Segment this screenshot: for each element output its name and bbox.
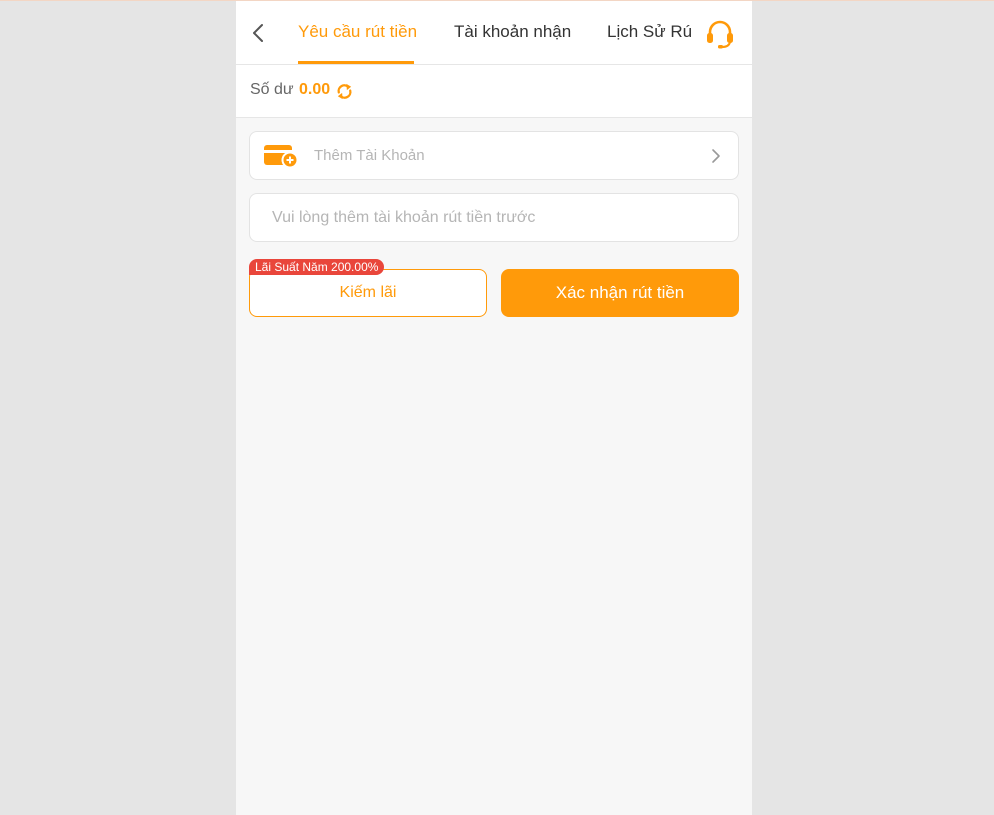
- refresh-icon[interactable]: [335, 82, 354, 101]
- earn-interest-button[interactable]: Kiếm lãi: [249, 269, 487, 317]
- back-icon[interactable]: [248, 21, 268, 45]
- interest-rate-badge: Lãi Suất Năm 200.00%: [249, 259, 385, 275]
- tab-overflow-clip: Lịch Sử Rút Tiền: [607, 1, 692, 64]
- balance-bar: Số dư 0.00: [236, 65, 752, 118]
- wallet-add-icon: [264, 145, 298, 168]
- tab-receiving-account[interactable]: Tài khoản nhận: [454, 1, 571, 64]
- withdraw-screen: Yêu cầu rút tiền Tài khoản nhận Lịch Sử …: [236, 1, 752, 815]
- add-account-button[interactable]: Thêm Tài Khoản: [249, 131, 739, 180]
- notice-text: Vui lòng thêm tài khoản rút tiền trước: [272, 209, 536, 226]
- balance-value: 0.00: [299, 81, 331, 98]
- balance-label: Số dư: [250, 81, 294, 98]
- header-bar: Yêu cầu rút tiền Tài khoản nhận Lịch Sử …: [236, 1, 752, 65]
- active-tab-indicator: [298, 61, 414, 64]
- chevron-right-icon: [712, 149, 720, 163]
- headset-icon[interactable]: [704, 18, 736, 50]
- withdraw-notice-field: Vui lòng thêm tài khoản rút tiền trước: [249, 193, 739, 242]
- add-account-label: Thêm Tài Khoản: [314, 147, 425, 164]
- tab-withdraw-request[interactable]: Yêu cầu rút tiền: [298, 1, 417, 64]
- tab-withdraw-history[interactable]: Lịch Sử Rút Tiền: [607, 1, 692, 64]
- confirm-withdraw-button[interactable]: Xác nhận rút tiền: [501, 269, 739, 317]
